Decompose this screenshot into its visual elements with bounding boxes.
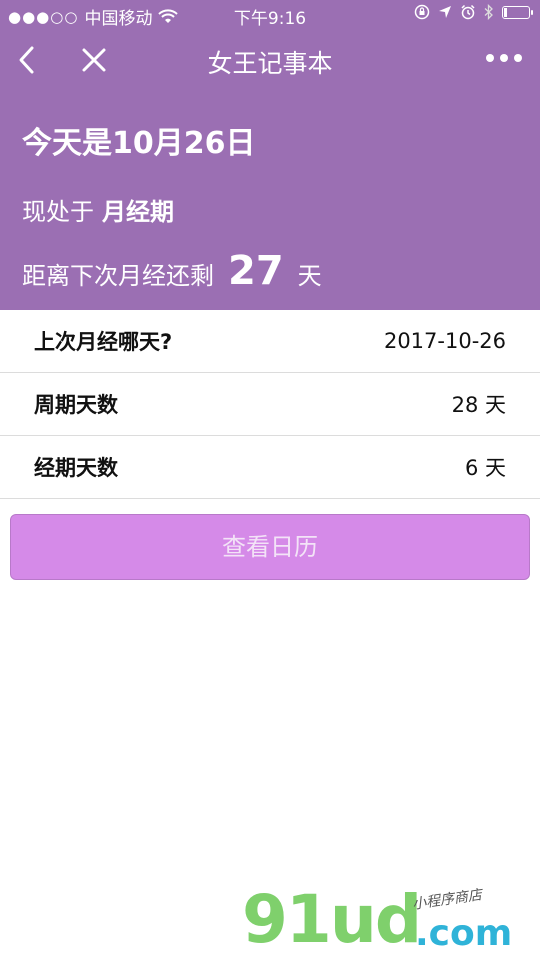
watermark-domain: .com [415,913,513,954]
bluetooth-icon [484,4,493,20]
battery-fill [504,7,507,17]
row-label: 上次月经哪天? [34,330,173,354]
more-dot-icon [500,54,508,62]
last-period-date-value: 2017-10-26 [383,329,506,353]
alarm-icon [461,4,475,20]
last-period-date-row[interactable]: 上次月经哪天? 2017-10-26 [0,310,540,373]
summary-header: 女王记事本 今天是10月26日 现处于 月经期 距离下次月经还剩 27 天 [0,30,540,310]
row-label: 周期天数 [34,393,118,417]
current-phase: 现处于 月经期 [22,192,174,227]
period-length-row[interactable]: 经期天数 6 天 [0,436,540,499]
more-dot-icon [514,54,522,62]
watermark-logo: 91ud 小程序商店 .com [240,885,540,960]
settings-list: 上次月经哪天? 2017-10-26 周期天数 28 天 经期天数 6 天 [0,310,540,499]
watermark-tagline: 小程序商店 [411,887,483,913]
phase-value: 月经期 [102,198,174,226]
row-label: 经期天数 [34,456,118,480]
page-title: 女王记事本 [207,49,333,78]
countdown-unit: 天 [297,262,322,290]
more-dot-icon [486,54,494,62]
rotation-lock-icon [414,4,430,20]
more-menu-button[interactable] [486,54,522,62]
status-bar: ●●●○○ 中国移动 下午9:16 [0,0,540,30]
status-right [414,4,533,20]
location-icon [439,6,451,18]
battery-icon [502,5,533,19]
nav-bar: 女王记事本 [0,30,540,92]
countdown-prefix: 距离下次月经还剩 [22,262,214,290]
cycle-length-value: 28 天 [451,393,506,417]
period-length-value: 6 天 [464,456,506,480]
view-calendar-button[interactable]: 查看日历 [10,514,530,580]
countdown-days: 27 [228,248,284,294]
watermark-brand: 91ud [242,881,422,958]
next-period-countdown: 距离下次月经还剩 27 天 [22,248,322,294]
phase-prefix: 现处于 [22,198,94,226]
cycle-length-row[interactable]: 周期天数 28 天 [0,373,540,436]
today-date: 今天是10月26日 [22,126,256,161]
